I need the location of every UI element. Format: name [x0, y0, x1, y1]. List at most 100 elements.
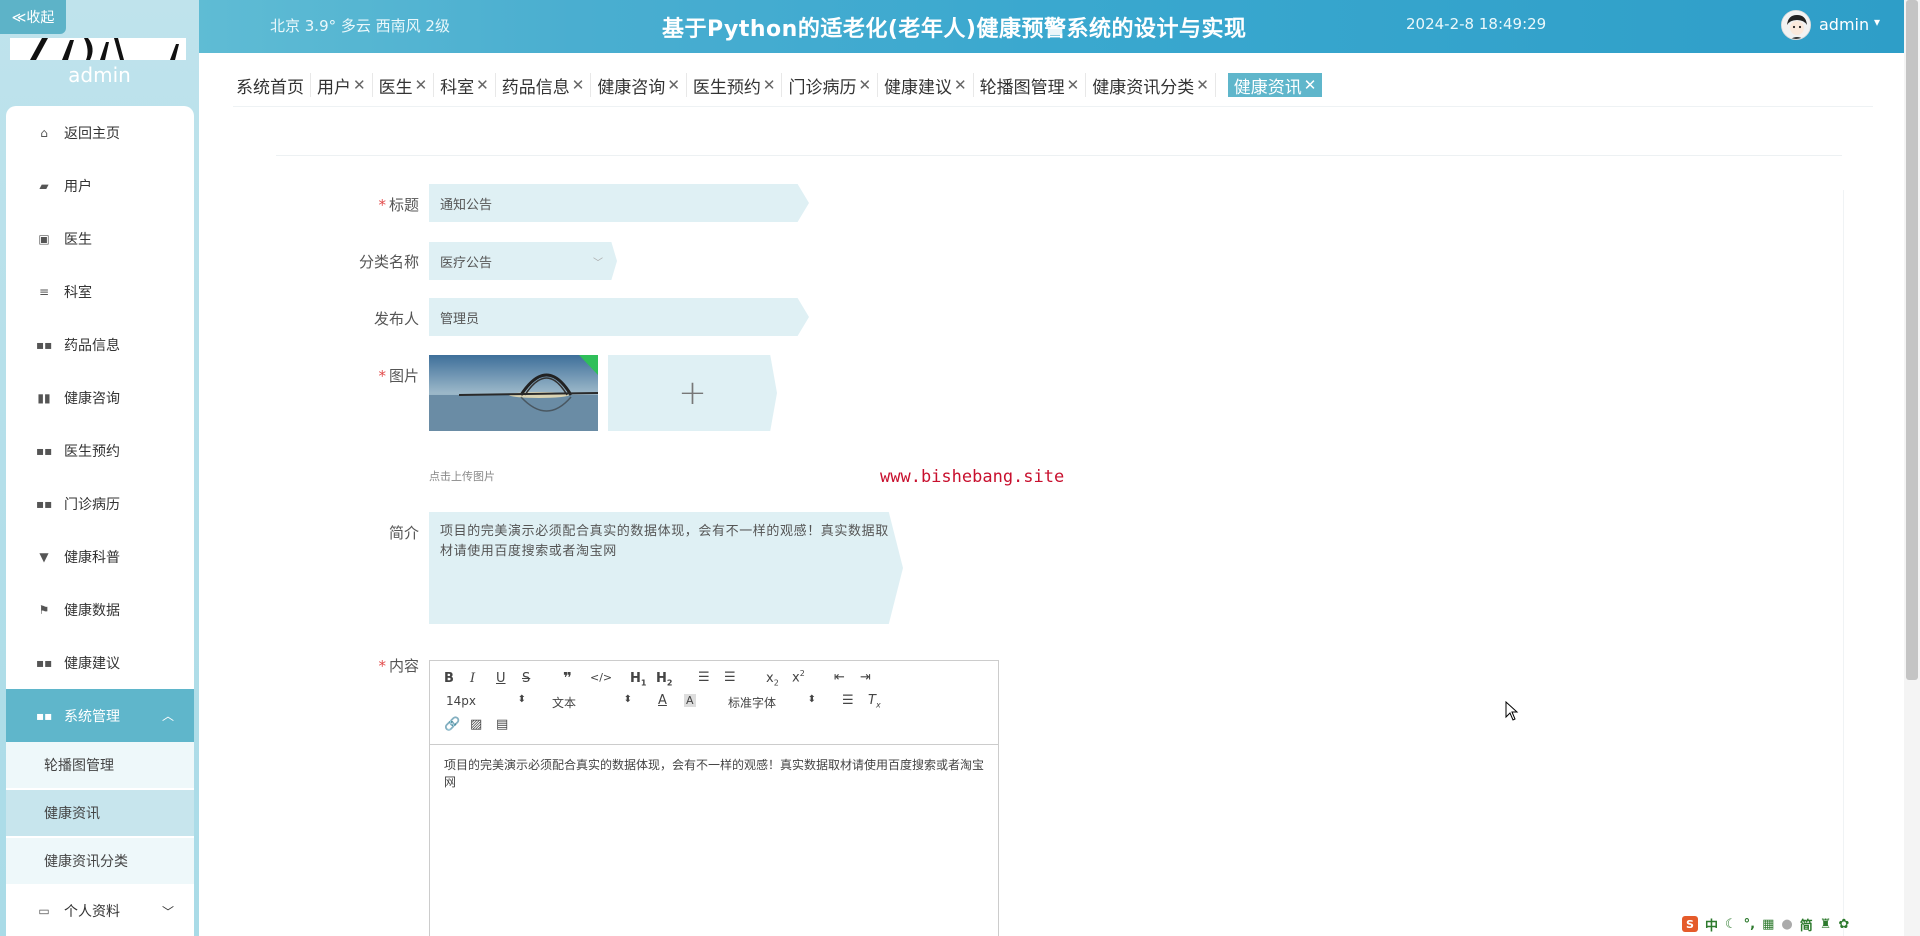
tab-label: 用户: [317, 77, 351, 98]
ime-mode[interactable]: 中: [1705, 915, 1718, 934]
submenu-item-health-news[interactable]: 健康资讯: [6, 790, 194, 837]
close-icon[interactable]: ✕: [954, 76, 967, 94]
list-icon: ≡: [38, 284, 50, 299]
tab-health-news[interactable]: 健康资讯 ✕: [1227, 73, 1323, 98]
punctuation-icon[interactable]: °,: [1744, 917, 1755, 932]
blockquote-icon[interactable]: ❞: [563, 669, 572, 687]
close-icon[interactable]: ✕: [476, 76, 489, 94]
close-icon[interactable]: ✕: [763, 76, 776, 94]
menu-item-consult[interactable]: ▮▮ 健康咨询: [6, 371, 194, 424]
font-family-select[interactable]: 标准字体 ⬍: [728, 694, 816, 710]
settings-icon[interactable]: ✿: [1838, 917, 1849, 932]
tab-medicine[interactable]: 药品信息 ✕: [496, 73, 592, 98]
align-icon[interactable]: ☰: [842, 693, 854, 708]
tab-appointment[interactable]: 医生预约 ✕: [687, 73, 783, 98]
intro-textarea[interactable]: 项目的完美演示必须配合真实的数据体现，会有不一样的观感！真实数据取材请使用百度搜…: [429, 512, 903, 624]
heading1-icon[interactable]: H1: [630, 671, 646, 688]
menu-item-profile[interactable]: ▭ 个人资料 ﹀: [6, 886, 194, 936]
heading2-icon[interactable]: H2: [656, 671, 672, 688]
page-title: 基于Python的适老化(老年人)健康预警系统的设计与实现: [662, 17, 1247, 42]
menu-item-label: 返回主页: [64, 125, 120, 142]
collapse-sidebar-button[interactable]: ≪收起: [0, 0, 66, 34]
close-icon[interactable]: ✕: [1196, 76, 1209, 94]
italic-icon[interactable]: I: [470, 671, 475, 686]
menu-item-appointment[interactable]: ▪▪ 医生预约: [6, 424, 194, 477]
font-size-select[interactable]: 14px ⬍: [446, 694, 526, 710]
menu-item-science[interactable]: ▼ 健康科普: [6, 530, 194, 583]
tab-departments[interactable]: 科室 ✕: [434, 73, 496, 98]
publisher-input[interactable]: 管理员: [429, 298, 809, 336]
upload-image-button[interactable]: +: [608, 355, 777, 431]
subscript-icon[interactable]: x2: [766, 671, 779, 688]
menu-item-records[interactable]: ▪▪ 门诊病历: [6, 477, 194, 530]
close-icon[interactable]: ✕: [1067, 76, 1080, 94]
menu-item-health-data[interactable]: ⚑ 健康数据: [6, 583, 194, 636]
top-header: 北京 3.9° 多云 西南风 2级 基于Python的适老化(老年人)健康预警系…: [0, 0, 1920, 53]
editor-content[interactable]: 项目的完美演示必须配合真实的数据体现，会有不一样的观感！真实数据取材请使用百度搜…: [444, 757, 989, 791]
menu-item-doctors[interactable]: ▣ 医生: [6, 212, 194, 265]
close-icon[interactable]: ✕: [667, 76, 680, 94]
image-icon[interactable]: ▨: [470, 717, 482, 732]
unordered-list-icon[interactable]: ☰: [724, 670, 736, 685]
close-icon[interactable]: ✕: [1304, 76, 1317, 94]
moon-icon[interactable]: ☾: [1725, 917, 1737, 932]
tab-consult[interactable]: 健康咨询 ✕: [591, 73, 687, 98]
chevron-down-icon[interactable]: ▾: [1874, 15, 1880, 29]
menu-item-medicine[interactable]: ▪▪ 药品信息: [6, 318, 194, 371]
keyboard-icon[interactable]: ▦: [1762, 917, 1774, 932]
select-value: 医疗公告: [440, 255, 493, 271]
calendar-icon: ▭: [38, 904, 50, 918]
close-icon[interactable]: ✕: [415, 76, 428, 94]
outdent-icon[interactable]: ⇤: [834, 670, 845, 685]
uploaded-image-thumbnail[interactable]: [429, 355, 598, 431]
close-icon[interactable]: ✕: [858, 76, 871, 94]
tab-label: 健康建议: [884, 77, 953, 98]
clear-format-icon[interactable]: Tx: [868, 693, 881, 710]
mic-icon[interactable]: ●: [1781, 917, 1792, 932]
code-icon[interactable]: </>: [590, 671, 612, 684]
tab-users[interactable]: 用户 ✕: [311, 73, 373, 98]
tab-doctors[interactable]: 医生 ✕: [373, 73, 435, 98]
menu-item-departments[interactable]: ≡ 科室: [6, 265, 194, 318]
menu-item-home[interactable]: ⌂ 返回主页: [6, 106, 194, 159]
close-icon[interactable]: ✕: [353, 76, 366, 94]
avatar[interactable]: [1781, 10, 1811, 40]
menu-item-users[interactable]: ▰ 用户: [6, 159, 194, 212]
underline-icon[interactable]: U: [496, 671, 506, 686]
video-icon[interactable]: ▤: [496, 717, 508, 732]
ime-logo-icon[interactable]: S: [1682, 916, 1698, 932]
category-select[interactable]: 医疗公告 ﹀: [429, 242, 617, 280]
tab-label: 系统首页: [236, 77, 304, 98]
label-text: 内容: [388, 657, 419, 675]
tab-advice[interactable]: 健康建议 ✕: [878, 73, 974, 98]
block-type-select[interactable]: 文本 ⬍: [552, 694, 632, 710]
ime-simplified[interactable]: 简: [1800, 915, 1813, 934]
indent-icon[interactable]: ⇥: [860, 670, 871, 685]
bold-icon[interactable]: B: [444, 671, 454, 686]
shirt-icon[interactable]: ♜: [1820, 917, 1832, 932]
tab-news-category[interactable]: 健康资讯分类 ✕: [1086, 73, 1216, 98]
username-label[interactable]: admin: [1819, 15, 1869, 34]
title-input[interactable]: 通知公告: [429, 184, 809, 222]
strikethrough-icon[interactable]: S: [522, 671, 530, 686]
submenu-item-news-category[interactable]: 健康资讯分类: [6, 838, 194, 885]
tab-carousel[interactable]: 轮播图管理 ✕: [974, 73, 1087, 98]
superscript-icon[interactable]: x2: [792, 669, 805, 685]
menu-item-advice[interactable]: ▪▪ 健康建议: [6, 636, 194, 689]
scrollbar-thumb[interactable]: [1906, 0, 1918, 680]
link-icon[interactable]: 🔗: [444, 717, 460, 732]
close-icon[interactable]: ✕: [572, 76, 585, 94]
background-color-icon[interactable]: A: [684, 694, 696, 707]
updown-arrow-icon: ⬍: [623, 694, 632, 705]
text-color-icon[interactable]: A: [658, 693, 667, 708]
ordered-list-icon[interactable]: ☰: [698, 670, 710, 685]
tab-divider: [233, 106, 1873, 107]
menu-item-system[interactable]: ▪▪ 系统管理 ︿: [6, 689, 194, 742]
submenu-item-carousel[interactable]: 轮播图管理: [6, 742, 194, 789]
user-icon: ▰: [39, 178, 49, 193]
plus-icon: +: [678, 373, 707, 413]
tab-home[interactable]: 系统首页: [230, 73, 311, 98]
menu-item-label: 健康建议: [64, 655, 120, 672]
title-label: * 标题: [279, 194, 419, 215]
tab-records[interactable]: 门诊病历 ✕: [782, 73, 879, 98]
